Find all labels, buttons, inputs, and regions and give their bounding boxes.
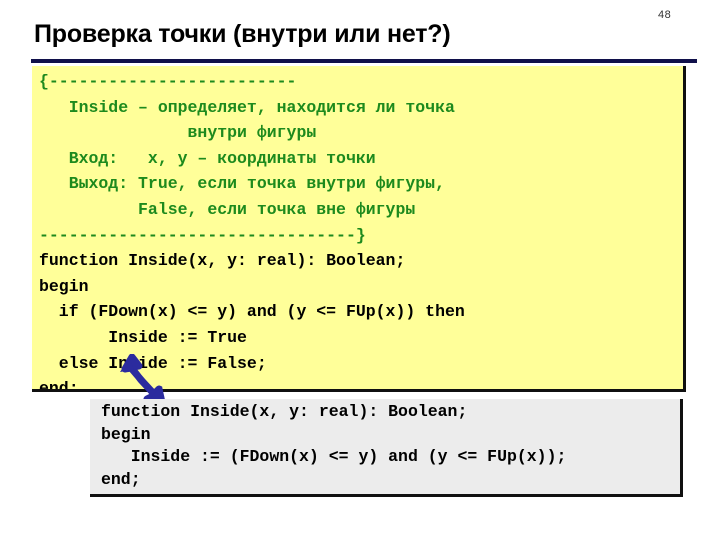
comment-line-1: Inside – определяет, находится ли точка [39, 97, 455, 117]
title-divider [31, 59, 697, 63]
secondary-code-panel: function Inside(x, y: real): Boolean; be… [90, 399, 683, 497]
gray-code-line-3: end; [101, 469, 141, 489]
code-line-0: function Inside(x, y: real): Boolean; [39, 251, 406, 271]
comment-line-5: False, если точка вне фигуры [39, 199, 416, 219]
comment-line-6: --------------------------------} [39, 225, 366, 245]
comment-line-4: Выход: True, если точка внутри фигуры, [39, 174, 445, 194]
code-line-5: end; [39, 379, 79, 392]
slide-number: 48 [658, 9, 672, 21]
code-line-1: begin [39, 276, 89, 296]
gray-code-line-1: begin [101, 424, 151, 444]
secondary-code-text: function Inside(x, y: real): Boolean; be… [101, 401, 566, 491]
code-line-3: Inside := True [39, 327, 247, 347]
gray-code-line-2: Inside := (FDown(x) <= y) and (y <= FUp(… [101, 447, 567, 466]
page-title: Проверка точки (внутри или нет?) [34, 20, 451, 48]
comment-line-0: {------------------------- [39, 72, 297, 91]
primary-code-text: {------------------------- Inside – опре… [39, 69, 465, 392]
comment-line-2: внутри фигуры [39, 123, 317, 143]
gray-code-line-0: function Inside(x, y: real): Boolean; [101, 402, 468, 421]
code-line-2: if (FDown(x) <= y) and (y <= FUp(x)) the… [39, 302, 465, 322]
comment-line-3: Вход: x, y – координаты точки [39, 148, 376, 168]
primary-code-panel: {------------------------- Inside – опре… [32, 66, 686, 392]
